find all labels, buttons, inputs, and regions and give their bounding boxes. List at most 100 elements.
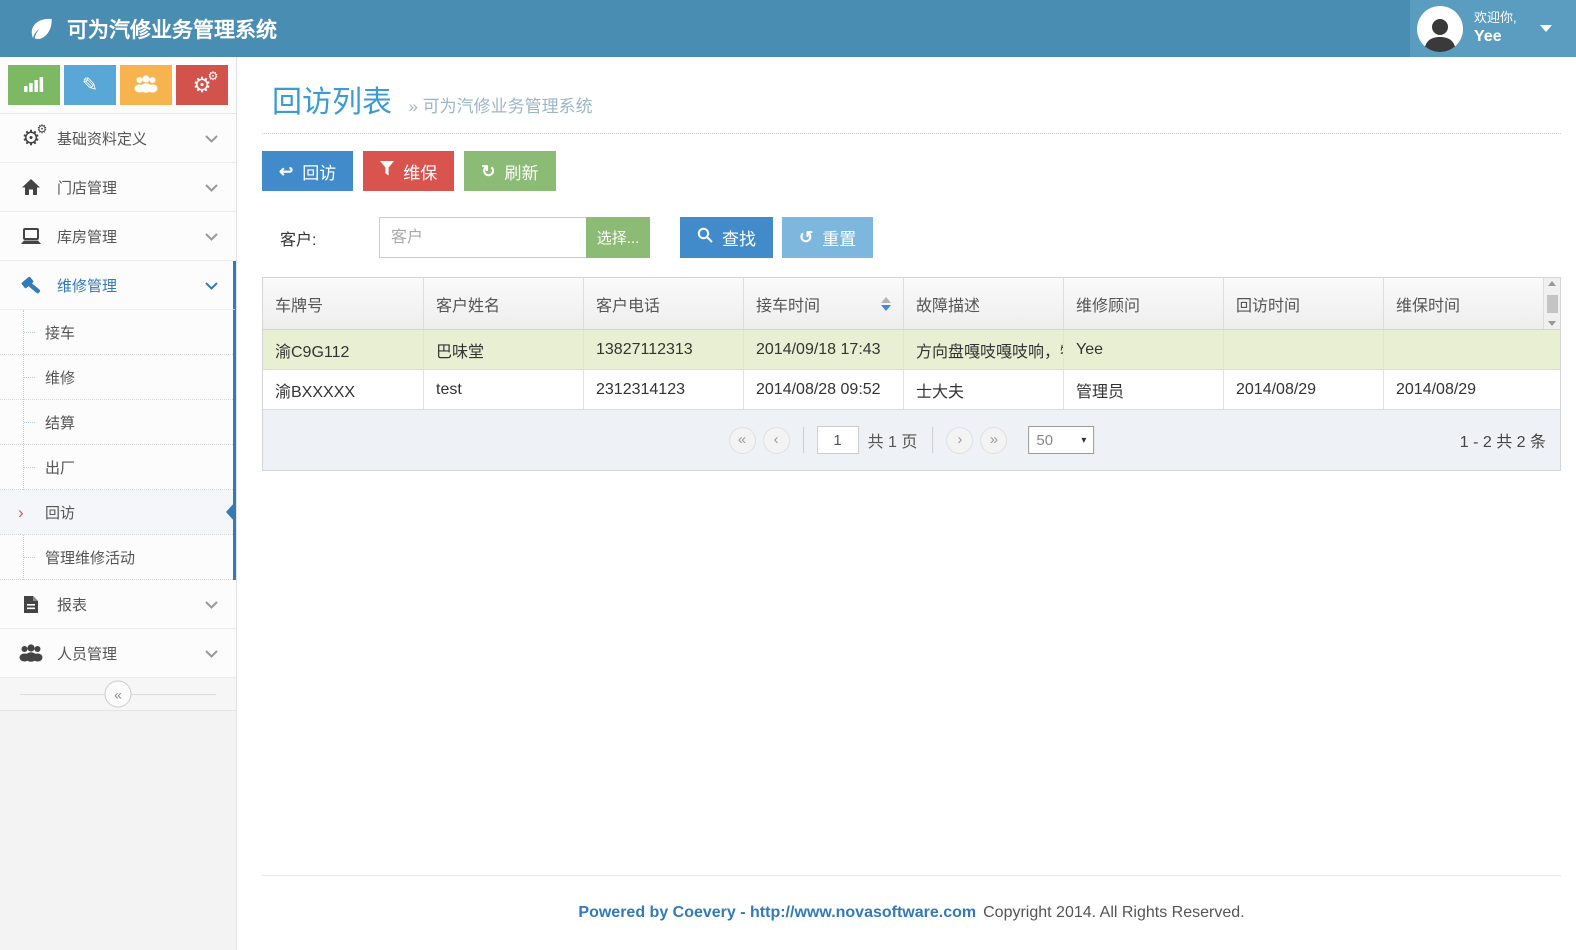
leaf-logo-icon — [28, 15, 55, 42]
quick-icons: ✎ ⚙⚙ — [0, 57, 236, 114]
page-number-input[interactable] — [817, 426, 859, 454]
chart-tile-button[interactable] — [8, 65, 60, 105]
funnel-icon — [380, 161, 394, 181]
reply-icon: ↩ — [279, 163, 293, 180]
chevron-down-icon — [205, 645, 218, 662]
submenu-item-settle[interactable]: 结算 — [0, 400, 233, 445]
users-tile-button[interactable] — [120, 65, 172, 105]
column-header-receive-time[interactable]: 接车时间 — [743, 278, 903, 329]
next-page-button[interactable]: › — [946, 427, 973, 454]
refresh-button[interactable]: ↻ 刷新 — [464, 151, 555, 191]
submenu-item-label: 接车 — [45, 322, 75, 343]
submenu-item-receive[interactable]: 接车 — [0, 310, 233, 355]
gavel-icon — [18, 275, 44, 296]
cell-fault-desc: 方向盘嘎吱嘎吱响，特 — [903, 330, 1063, 369]
cell-plate: 渝BXXXXX — [263, 370, 423, 409]
reset-icon: ↺ — [799, 229, 813, 246]
first-page-button[interactable]: « — [729, 427, 756, 454]
user-menu[interactable]: 欢迎你, Yee — [1410, 0, 1576, 57]
breadcrumb: » 可为汽修业务管理系统 — [408, 97, 592, 116]
scroll-up-icon[interactable] — [1548, 281, 1556, 286]
pager-separator — [803, 427, 804, 453]
sidebar-collapse-button[interactable]: « — [105, 681, 132, 708]
followup-button[interactable]: ↩ 回访 — [262, 151, 353, 191]
column-header-warranty-time[interactable]: 维保时间 — [1383, 278, 1543, 329]
cell-visit-time — [1223, 330, 1383, 369]
reset-button[interactable]: ↺ 重置 — [782, 217, 873, 258]
chevron-down-icon — [205, 179, 218, 196]
maintenance-button[interactable]: 维保 — [363, 151, 454, 191]
cell-receive-time: 2014/08/28 09:52 — [743, 370, 903, 409]
scrollbar-thumb[interactable] — [1547, 295, 1558, 313]
users-icon — [18, 644, 44, 662]
sidebar-item-stores[interactable]: 门店管理 — [0, 163, 236, 212]
submenu-item-label: 结算 — [45, 412, 75, 433]
cell-plate: 渝C9G112 — [263, 330, 423, 369]
sidebar-collapse-strip: « — [0, 678, 236, 711]
search-button[interactable]: 查找 — [680, 217, 773, 258]
chevron-down-icon — [205, 277, 218, 294]
chevron-down-icon — [205, 596, 218, 613]
edit-tile-button[interactable]: ✎ — [64, 65, 116, 105]
sidebar-item-warehouse[interactable]: 库房管理 — [0, 212, 236, 261]
cell-customer-phone: 2312314123 — [583, 370, 743, 409]
submenu-item-label: 回访 — [45, 502, 75, 523]
vertical-scrollbar[interactable] — [1543, 278, 1560, 329]
sidebar-item-base-data[interactable]: ⚙⚙ 基础资料定义 — [0, 114, 236, 163]
page-size-select[interactable]: 50 ▾ — [1028, 426, 1094, 454]
sidebar-item-repair-mgmt[interactable]: 维修管理 — [0, 261, 236, 310]
submenu-item-followup[interactable]: › 回访 — [0, 490, 233, 535]
settings-tile-button[interactable]: ⚙⚙ — [176, 65, 228, 105]
scroll-down-icon[interactable] — [1548, 321, 1556, 326]
active-marker-icon: › — [18, 504, 24, 521]
avatar — [1417, 6, 1463, 52]
cell-warranty-time: 2014/08/29 — [1383, 370, 1560, 409]
followup-grid: 车牌号 客户姓名 客户电话 接车时间 故障描述 维修顾问 回访时间 维保时间 — [262, 277, 1561, 471]
last-page-button[interactable]: » — [980, 427, 1007, 454]
toolbar: ↩ 回访 维保 ↻ 刷新 — [262, 151, 1561, 191]
laptop-icon — [18, 228, 44, 245]
followup-button-label: 回访 — [302, 159, 336, 184]
cell-warranty-time — [1383, 330, 1560, 369]
sidebar-item-reports[interactable]: 报表 — [0, 580, 236, 629]
column-header-plate[interactable]: 车牌号 — [263, 278, 423, 329]
customer-select-button[interactable]: 选择... — [586, 217, 650, 258]
submenu-item-repair[interactable]: 维修 — [0, 355, 233, 400]
table-row[interactable]: 渝BXXXXX test 2312314123 2014/08/28 09:52… — [263, 370, 1560, 410]
column-header-visit-time[interactable]: 回访时间 — [1223, 278, 1383, 329]
submenu-item-label: 出厂 — [45, 457, 75, 478]
brand: 可为汽修业务管理系统 — [0, 14, 277, 44]
cell-advisor: Yee — [1063, 330, 1223, 369]
column-header-customer-phone[interactable]: 客户电话 — [583, 278, 743, 329]
range-info: 1 - 2 共 2 条 — [1460, 428, 1560, 452]
customer-input[interactable] — [379, 217, 586, 258]
filter-row: 客户: 选择... 查找 ↺ 重置 — [262, 217, 1561, 258]
sidebar: ✎ ⚙⚙ ⚙⚙ 基础资料定义 门店管理 库房管理 — [0, 57, 237, 950]
copyright-text: Copyright 2014. All Rights Reserved. — [983, 904, 1244, 922]
app-title: 可为汽修业务管理系统 — [67, 14, 277, 44]
column-header-customer-name[interactable]: 客户姓名 — [423, 278, 583, 329]
column-header-fault-desc[interactable]: 故障描述 — [903, 278, 1063, 329]
submenu-item-manage-activity[interactable]: 管理维修活动 — [0, 535, 233, 580]
table-row[interactable]: 渝C9G112 巴味堂 13827112313 2014/09/18 17:43… — [263, 330, 1560, 370]
sort-icon[interactable] — [881, 297, 891, 311]
cell-visit-time: 2014/08/29 — [1223, 370, 1383, 409]
sidebar-item-personnel[interactable]: 人员管理 — [0, 629, 236, 678]
gears-icon: ⚙⚙ — [193, 75, 212, 96]
submenu-item-outgoing[interactable]: 出厂 — [0, 445, 233, 490]
powered-by-link[interactable]: Powered by Coevery - http://www.novasoft… — [578, 904, 976, 922]
pagination-bar: « ‹ 共 1 页 › » 50 ▾ 1 - 2 共 2 条 — [263, 410, 1560, 470]
refresh-icon: ↻ — [481, 163, 495, 180]
file-icon — [18, 595, 44, 614]
breadcrumb-text: 可为汽修业务管理系统 — [423, 97, 593, 116]
maintenance-button-label: 维保 — [403, 159, 437, 184]
cell-customer-phone: 13827112313 — [583, 330, 743, 369]
search-icon — [697, 227, 713, 248]
chevron-down-icon — [205, 228, 218, 245]
pencil-icon: ✎ — [82, 76, 98, 95]
prev-page-button[interactable]: ‹ — [763, 427, 790, 454]
column-header-advisor[interactable]: 维修顾问 — [1063, 278, 1223, 329]
chevron-down-icon — [1540, 25, 1552, 32]
page-title: 回访列表 — [272, 86, 392, 119]
chevron-down-icon — [205, 130, 218, 147]
